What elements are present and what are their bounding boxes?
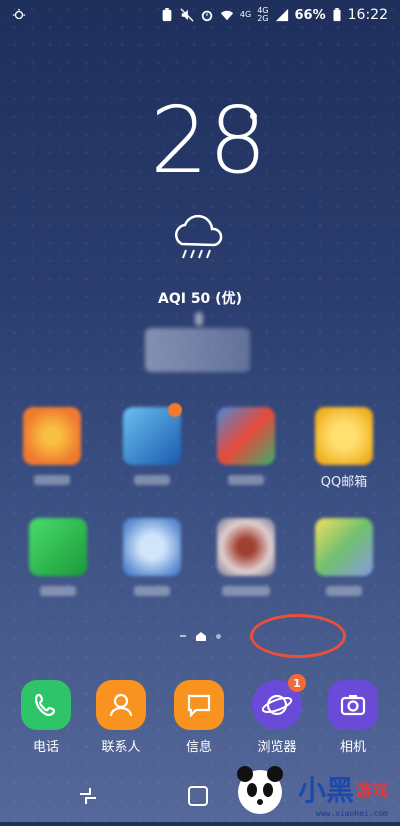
- light-icon: [12, 8, 26, 20]
- temperature[interactable]: 28: [150, 95, 267, 187]
- app-icon-7[interactable]: [214, 518, 278, 596]
- page-indicator-left: [179, 635, 186, 637]
- location-icon: [195, 312, 203, 326]
- wifi-icon: [220, 10, 234, 21]
- battery-saver-icon: [162, 8, 172, 22]
- degree-symbol: °: [248, 110, 259, 135]
- dock-label-messages: 信息: [185, 740, 212, 755]
- app-label: QQ邮箱: [320, 475, 368, 490]
- clock: 16:22: [347, 7, 388, 23]
- svg-text:小黑: 小黑: [298, 774, 354, 807]
- dock-messages[interactable]: 信息: [164, 680, 234, 755]
- highlight-annotation: [250, 614, 346, 658]
- dock-label-contacts: 联系人: [101, 740, 141, 755]
- dock-phone[interactable]: 电话: [11, 680, 81, 755]
- battery-icon: [333, 8, 341, 22]
- dock-camera[interactable]: 相机: [318, 680, 388, 755]
- status-bar: 4G 4G 2G 66% 16:22: [0, 0, 400, 30]
- mute-icon: [180, 8, 194, 22]
- network-label-3: 2G: [257, 14, 269, 23]
- browser-icon: [261, 694, 293, 716]
- app-icon-2[interactable]: [120, 403, 184, 485]
- phone-icon: [34, 693, 56, 717]
- dock-contacts[interactable]: 联系人: [86, 680, 156, 755]
- network-label-1: 4G: [239, 10, 252, 19]
- svg-text:游戏: 游戏: [356, 781, 388, 800]
- battery-percent: 66%: [294, 7, 326, 23]
- rain-cloud-icon[interactable]: [168, 210, 228, 270]
- alarm-icon: [201, 10, 213, 22]
- camera-icon: [340, 695, 366, 716]
- dock-browser[interactable]: 1 浏览器: [242, 674, 312, 755]
- signal-icon: [275, 8, 288, 22]
- app-icon-8[interactable]: [312, 518, 376, 596]
- notification-badge: 1: [288, 674, 306, 692]
- app-qq-mail[interactable]: QQ邮箱: [312, 407, 376, 490]
- page-dot: [215, 633, 221, 639]
- app-icon-3[interactable]: [214, 407, 278, 485]
- dock-label-camera: 相机: [339, 740, 366, 755]
- home-button[interactable]: [186, 784, 210, 808]
- watermark-url: www.xiaohei.com: [315, 809, 388, 818]
- recents-button[interactable]: [76, 784, 100, 808]
- location-label: [145, 328, 250, 372]
- dock-label-browser: 浏览器: [257, 740, 297, 755]
- app-icon-5[interactable]: [26, 518, 90, 596]
- app-icon-6[interactable]: [120, 518, 184, 596]
- contact-icon: [109, 693, 133, 717]
- watermark-logo: 小黑 游戏 www.xiaohei.com: [220, 758, 400, 822]
- aqi-label: AQI 50 (优): [158, 291, 242, 307]
- home-page-icon: [195, 631, 206, 641]
- message-icon: [187, 694, 211, 718]
- app-icon-1[interactable]: [20, 407, 84, 485]
- dock-label-phone: 电话: [32, 740, 59, 755]
